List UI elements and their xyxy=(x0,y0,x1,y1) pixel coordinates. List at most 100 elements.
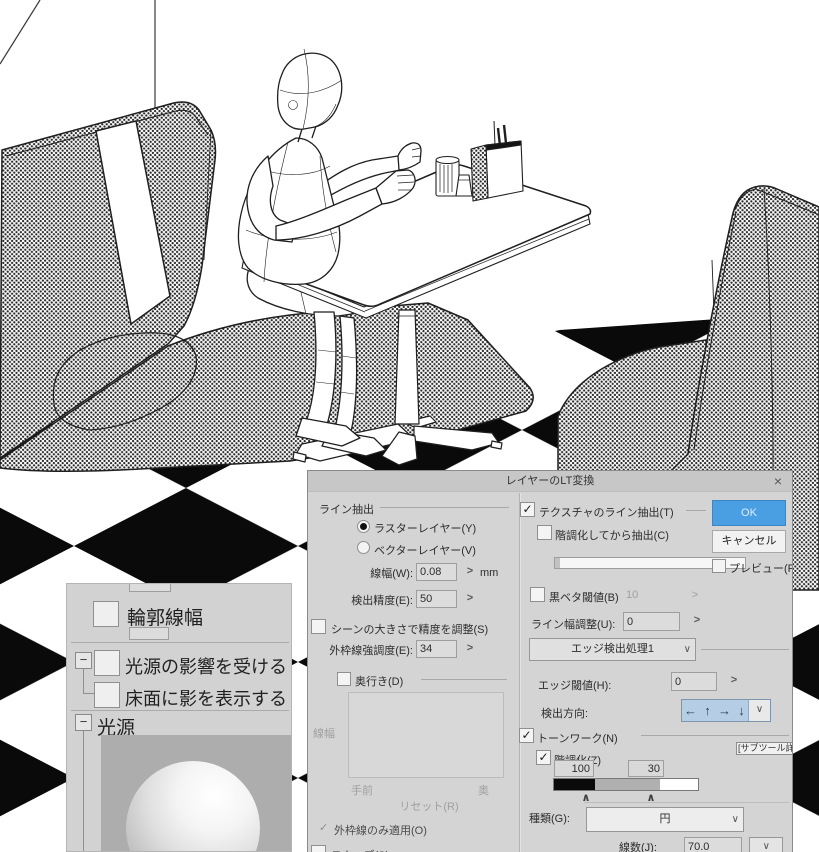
edge-threshold-input[interactable] xyxy=(671,672,717,691)
tone-first-checkbox[interactable]: ✓ xyxy=(537,525,552,540)
tone-first-label: 階調化してから抽出(C) xyxy=(555,530,669,542)
minus-icon: − xyxy=(79,652,88,667)
outline-width-field[interactable] xyxy=(129,627,169,640)
preview-label: プレビュー(P) xyxy=(729,563,793,575)
tone-gradient-bar[interactable] xyxy=(553,778,699,791)
tone-segment-black xyxy=(554,779,595,790)
tone-segment-white xyxy=(660,779,698,790)
accuracy-spinner-icon[interactable]: > xyxy=(464,592,476,604)
light-source-preview[interactable] xyxy=(101,735,291,851)
line-count-label: 線数(J): xyxy=(619,842,657,852)
direction-control[interactable]: ← ↑ → ↓ ∨ xyxy=(681,699,771,722)
table-items xyxy=(435,120,524,202)
light-influence-label: 光源の影響を受ける xyxy=(125,657,287,677)
arrow-right-icon[interactable]: → xyxy=(716,701,733,721)
texture-extract-checkbox[interactable]: ✓ xyxy=(520,502,535,517)
accuracy-label: 検出精度(E): xyxy=(351,595,413,607)
divider xyxy=(71,710,289,711)
accuracy-input[interactable] xyxy=(416,590,457,608)
subtool-tooltip: [サブツール詳細パ xyxy=(736,742,792,755)
smooth-checkbox[interactable]: ✓ xyxy=(311,845,326,852)
smooth-label: スムーズ(S) xyxy=(331,847,389,852)
vector-layer-label: ベクターレイヤー(V) xyxy=(374,545,476,557)
divider xyxy=(686,510,706,511)
posterize-checkbox[interactable]: ✓ xyxy=(536,750,551,765)
direction-label: 検出方向: xyxy=(541,708,589,720)
depth-curve-box[interactable] xyxy=(348,692,504,778)
close-icon[interactable]: × xyxy=(769,473,787,489)
depth-axis-label: 線幅 xyxy=(313,728,335,740)
divider xyxy=(71,642,289,643)
line-width-unit: mm xyxy=(480,567,499,579)
slider-fill xyxy=(555,558,560,568)
outline-emphasis-label: 外枠線強調度(E): xyxy=(329,645,413,657)
line-width-input[interactable] xyxy=(416,563,457,581)
tone-segment-gray xyxy=(595,779,660,790)
edge-process-dropdown[interactable]: エッジ検出処理1 ∨ xyxy=(529,638,696,661)
raster-layer-radio[interactable] xyxy=(357,520,370,533)
check-icon: ✓ xyxy=(538,750,549,764)
far-label: 奥 xyxy=(478,785,489,797)
tone-threshold-1-input[interactable] xyxy=(554,760,594,777)
outline-only-check-icon: ✓ xyxy=(319,822,329,834)
tree-connector xyxy=(83,693,94,694)
cancel-button[interactable]: キャンセル xyxy=(712,530,786,553)
ok-button[interactable]: OK xyxy=(712,500,786,526)
app-canvas: 輪郭線幅 − 光源の影響を受ける 床面に影を表示する − 光源 レイヤーのLT変… xyxy=(0,0,819,852)
light-sphere[interactable] xyxy=(126,761,260,851)
outline-emphasis-input[interactable] xyxy=(416,640,457,658)
divider xyxy=(380,507,509,508)
arrow-left-icon[interactable]: ← xyxy=(682,701,699,721)
tone-threshold-2-input[interactable] xyxy=(628,760,664,777)
scene-scale-label: シーンの大きさで精度を調整(S) xyxy=(331,624,489,636)
edge-threshold-label: エッジ閾値(H): xyxy=(538,680,612,692)
outline-width-label: 輪郭線幅 xyxy=(127,608,204,629)
check-icon: ✓ xyxy=(522,502,533,516)
tree-connector xyxy=(83,731,84,851)
chevron-down-icon: ∨ xyxy=(683,644,691,655)
line-width-adjust-input[interactable] xyxy=(623,612,680,631)
black-fill-value: 10 xyxy=(626,589,639,601)
outline-emphasis-spinner-icon[interactable]: > xyxy=(464,642,476,654)
black-fill-checkbox[interactable]: ✓ xyxy=(530,587,545,602)
divider xyxy=(584,802,789,803)
chevron-down-icon: ∨ xyxy=(731,814,739,825)
chevron-down-icon[interactable]: ∨ xyxy=(748,700,770,721)
black-fill-spinner-icon: > xyxy=(691,589,699,601)
line-width-spinner-icon[interactable]: > xyxy=(464,565,476,577)
edge-threshold-spinner-icon[interactable]: > xyxy=(728,674,740,686)
collapse-icon[interactable]: − xyxy=(75,652,92,669)
tree-connector xyxy=(83,669,84,693)
outline-only-label: 外枠線のみ適用(O) xyxy=(334,825,427,837)
scene-scale-checkbox[interactable]: ✓ xyxy=(311,619,326,634)
line-extract-section-label: ライン抽出 xyxy=(319,504,374,516)
line-count-dropdown[interactable]: ∨ xyxy=(749,837,783,852)
tone-type-value: 円 xyxy=(659,813,671,825)
divider xyxy=(641,735,789,736)
floor-shadow-checkbox[interactable] xyxy=(94,682,120,708)
outline-width-checkbox[interactable] xyxy=(93,601,119,627)
divider xyxy=(701,649,789,650)
line-count-input[interactable] xyxy=(684,837,742,852)
depth-label: 奥行き(D) xyxy=(355,676,404,688)
collapse-icon[interactable]: − xyxy=(75,714,92,731)
line-width-label: 線幅(W): xyxy=(370,568,413,580)
radio-dot-icon xyxy=(360,523,367,530)
reset-button[interactable]: リセット(R) xyxy=(397,798,461,814)
tool-property-panel: 輪郭線幅 − 光源の影響を受ける 床面に影を表示する − 光源 xyxy=(66,583,292,852)
tone-type-dropdown[interactable]: 円 ∨ xyxy=(586,807,744,832)
black-fill-label: 黒ベタ閾値(B) xyxy=(549,592,619,604)
raster-layer-label: ラスターレイヤー(Y) xyxy=(374,523,477,535)
texture-extract-label: テクスチャのライン抽出(T) xyxy=(539,507,674,519)
column-divider xyxy=(519,493,521,852)
vector-layer-radio[interactable] xyxy=(357,541,370,554)
arrow-up-icon[interactable]: ↑ xyxy=(699,701,716,721)
light-influence-checkbox[interactable] xyxy=(94,650,120,676)
preview-checkbox[interactable]: ✓ xyxy=(712,559,726,573)
clipped-value-field[interactable] xyxy=(129,584,171,592)
line-width-adjust-spinner-icon[interactable]: > xyxy=(691,614,703,626)
depth-checkbox[interactable]: ✓ xyxy=(337,672,351,686)
dialog-title[interactable]: レイヤーのLT変換 xyxy=(308,471,792,492)
tone-work-checkbox[interactable]: ✓ xyxy=(519,728,534,743)
divider xyxy=(421,679,507,680)
